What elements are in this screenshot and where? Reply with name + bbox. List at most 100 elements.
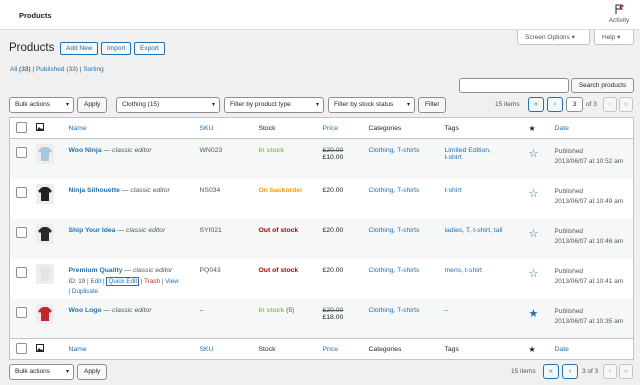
product-name-link[interactable]: Ship Your Idea bbox=[69, 227, 116, 234]
col-categories-footer: Categories bbox=[368, 338, 445, 360]
next-page-button-bottom: › bbox=[603, 364, 617, 379]
view-link[interactable]: View bbox=[165, 278, 179, 285]
sku-cell: – bbox=[199, 306, 204, 314]
stock-status: Out of stock bbox=[258, 266, 299, 274]
search-products-button[interactable]: Search products bbox=[571, 78, 634, 93]
product-name-link[interactable]: Woo Logo bbox=[69, 307, 102, 314]
current-price: £20.00 bbox=[322, 266, 344, 274]
tag-links[interactable]: t-shirt bbox=[445, 187, 462, 194]
col-name-footer[interactable]: Name bbox=[69, 346, 87, 353]
image-icon bbox=[35, 344, 44, 352]
tag-links-more[interactable]: t-shirt bbox=[445, 154, 462, 161]
star-icon[interactable]: ★ bbox=[529, 124, 536, 133]
product-thumbnail[interactable] bbox=[35, 183, 54, 204]
next-page-button: › bbox=[603, 97, 617, 112]
export-button[interactable]: Export bbox=[134, 42, 165, 55]
sku-cell: PQ043 bbox=[199, 266, 221, 274]
col-categories: Categories bbox=[368, 117, 445, 139]
apply-button-top[interactable]: Apply bbox=[77, 97, 108, 113]
chevron-down-icon: ▾ bbox=[315, 102, 319, 108]
price-cell: £20.00 bbox=[323, 259, 369, 299]
tag-links[interactable]: – bbox=[445, 307, 449, 314]
search-input[interactable] bbox=[459, 78, 569, 93]
col-sku-footer[interactable]: SKU bbox=[200, 346, 214, 353]
table-row: Ship Your Idea — classic editor SYI021 O… bbox=[9, 218, 634, 259]
category-links[interactable]: Clothing, T-shirts bbox=[369, 147, 420, 154]
col-sku[interactable]: SKU bbox=[200, 125, 214, 132]
product-thumbnail[interactable] bbox=[35, 223, 54, 244]
tag-links[interactable]: mens, t-shirt bbox=[445, 267, 482, 274]
import-button[interactable]: Import bbox=[101, 42, 132, 55]
product-thumbnail[interactable] bbox=[35, 303, 54, 324]
prev-page-button[interactable]: ‹ bbox=[547, 97, 563, 112]
editor-label: — classic editor bbox=[124, 266, 173, 274]
bulk-actions-select-top[interactable]: Bulk actions ▾ bbox=[9, 97, 74, 113]
current-page-input[interactable]: 3 bbox=[566, 97, 583, 112]
product-name-link[interactable]: Woo Ninja bbox=[69, 147, 102, 154]
star-outline-icon[interactable]: ☆ bbox=[529, 228, 539, 240]
product-name-link[interactable]: Ninja Silhouette bbox=[69, 187, 120, 194]
row-checkbox[interactable] bbox=[16, 147, 27, 158]
row-checkbox[interactable] bbox=[16, 306, 27, 318]
date-cell: Published 2013/06/07 at 10:49 am bbox=[554, 187, 624, 205]
filter-button[interactable]: Filter bbox=[418, 97, 447, 113]
product-name-link[interactable]: Premium Quality bbox=[69, 267, 123, 274]
help-button[interactable]: Help ▾ bbox=[594, 30, 634, 45]
current-price: £10.00 bbox=[322, 154, 344, 161]
screen-options-button[interactable]: Screen Options ▾ bbox=[517, 30, 590, 45]
date-cell: Published 2013/06/07 at 10:35 am bbox=[554, 307, 624, 325]
items-count-bottom: 15 items bbox=[511, 368, 536, 375]
bulk-actions-select-bottom[interactable]: Bulk actions ▾ bbox=[9, 364, 74, 380]
view-published[interactable]: Published (33) bbox=[36, 66, 78, 73]
category-links[interactable]: Clothing, T-shirts bbox=[369, 227, 420, 234]
trash-link[interactable]: Trash bbox=[144, 278, 160, 285]
product-thumbnail[interactable] bbox=[35, 144, 54, 164]
add-new-button[interactable]: Add New bbox=[60, 42, 99, 55]
prev-page-button-bottom[interactable]: ‹ bbox=[562, 364, 578, 379]
category-filter[interactable]: Clothing (15) ▾ bbox=[116, 97, 220, 113]
category-links[interactable]: Clothing, T-shirts bbox=[369, 267, 420, 274]
table-footer: Name SKU Stock Price Categories Tags ★ D… bbox=[9, 338, 634, 360]
apply-button-bottom[interactable]: Apply bbox=[77, 364, 108, 380]
star-outline-icon[interactable]: ☆ bbox=[529, 188, 539, 200]
tag-links[interactable]: ladies, T, t-shirt, tall bbox=[445, 227, 503, 234]
products-table: Name SKU Stock Price Categories Tags ★ D… bbox=[9, 117, 634, 360]
row-checkbox[interactable] bbox=[16, 266, 27, 278]
star-outline-icon[interactable]: ☆ bbox=[529, 268, 539, 280]
first-page-button-bottom[interactable]: « bbox=[543, 364, 559, 379]
product-thumbnail[interactable] bbox=[35, 263, 54, 284]
quick-edit-link[interactable]: Quick Edit bbox=[106, 276, 140, 286]
duplicate-link[interactable]: Duplicate bbox=[72, 288, 98, 295]
flag-icon bbox=[615, 4, 624, 14]
col-name[interactable]: Name bbox=[69, 125, 87, 132]
first-page-button[interactable]: « bbox=[528, 97, 544, 112]
price-cell: £20.00 £10.00 bbox=[323, 139, 369, 179]
col-date-footer[interactable]: Date bbox=[555, 346, 569, 353]
row-actions: ID: 19 | Edit | Quick Edit | Trash | Vie… bbox=[68, 276, 179, 295]
star-icon[interactable]: ★ bbox=[529, 345, 536, 354]
col-date[interactable]: Date bbox=[555, 125, 569, 132]
last-page-button-bottom: » bbox=[619, 364, 633, 379]
star-outline-icon[interactable]: ☆ bbox=[529, 148, 539, 160]
tag-links[interactable]: Limited Edition, bbox=[445, 147, 491, 154]
select-all-checkbox[interactable] bbox=[16, 121, 27, 133]
category-links[interactable]: Clothing, T-shirts bbox=[369, 187, 420, 194]
col-price[interactable]: Price bbox=[323, 125, 339, 132]
product-type-filter[interactable]: Filter by product type ▾ bbox=[224, 97, 324, 113]
star-filled-icon[interactable]: ★ bbox=[529, 308, 539, 320]
activity-button[interactable]: Activity bbox=[604, 4, 634, 24]
col-price-footer[interactable]: Price bbox=[323, 346, 339, 353]
col-tags-footer: Tags bbox=[444, 338, 529, 360]
select-all-checkbox-bottom[interactable] bbox=[16, 342, 27, 354]
table-row: Premium Quality — classic editor ID: 19 … bbox=[10, 259, 634, 299]
page-total-bottom: 3 of 3 bbox=[582, 368, 599, 375]
category-links[interactable]: Clothing, T-shirts bbox=[369, 307, 420, 314]
sku-cell: NS034 bbox=[199, 186, 221, 194]
activity-label: Activity bbox=[608, 17, 630, 24]
view-all[interactable]: All (33) bbox=[10, 66, 31, 73]
row-checkbox[interactable] bbox=[16, 226, 27, 238]
row-checkbox[interactable] bbox=[16, 186, 27, 198]
edit-link[interactable]: Edit bbox=[90, 278, 101, 285]
stock-status-filter[interactable]: Filter by stock status ▾ bbox=[328, 97, 415, 113]
view-sorting[interactable]: Sorting bbox=[83, 66, 104, 73]
